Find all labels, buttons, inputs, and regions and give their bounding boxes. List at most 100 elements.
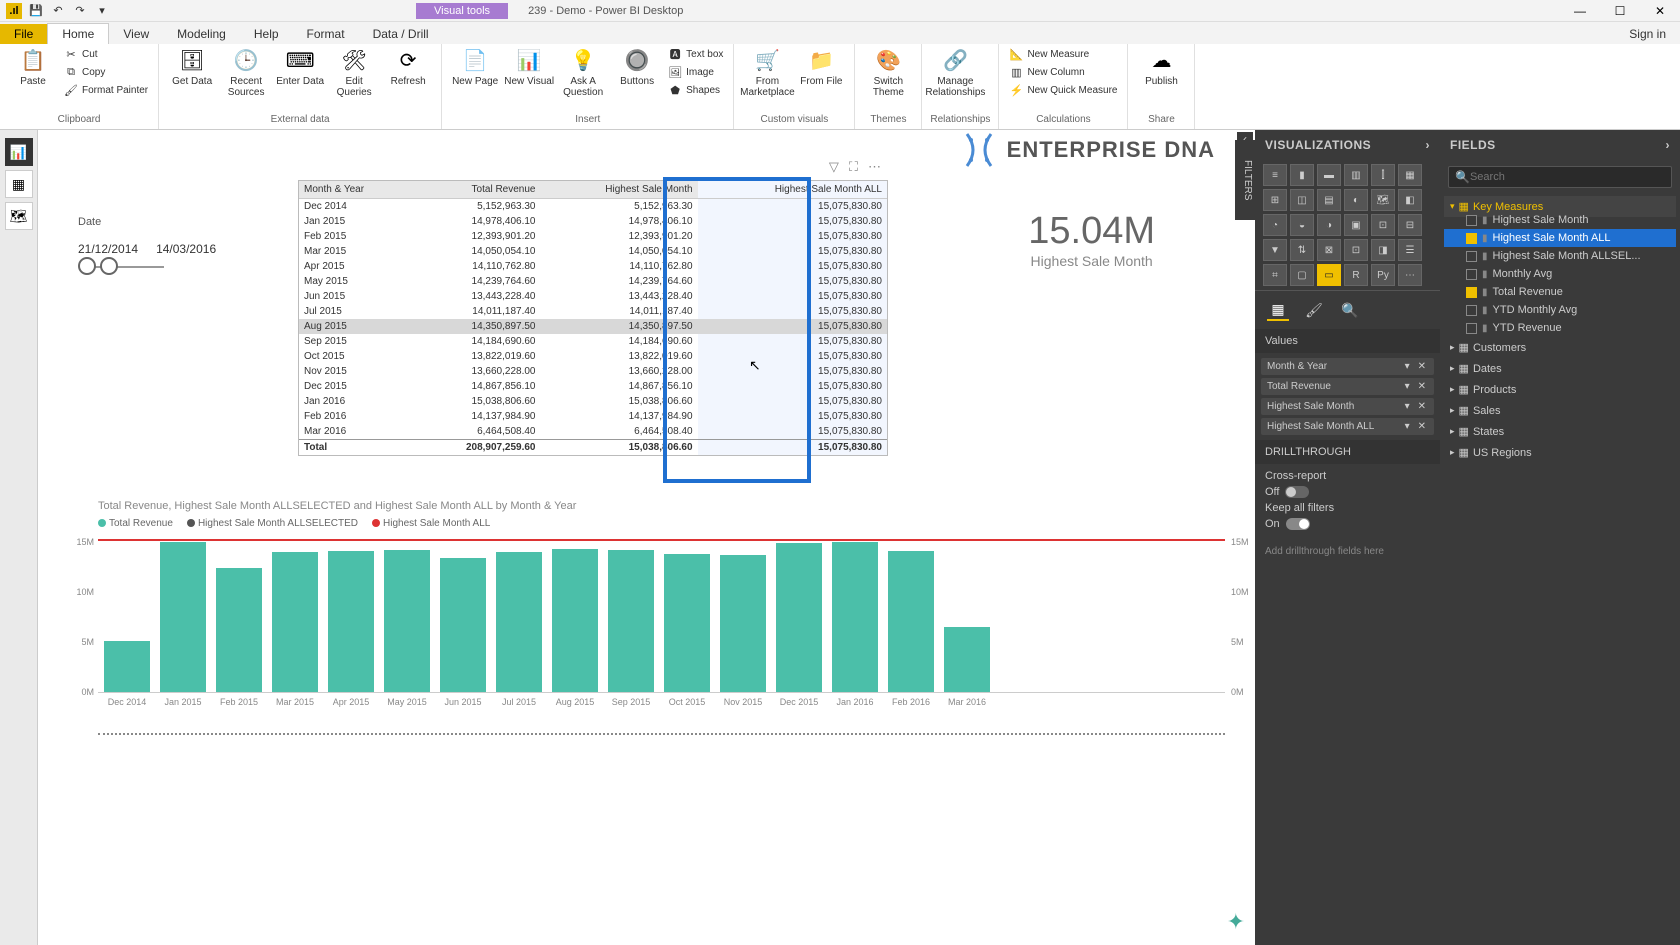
bar[interactable] [720, 555, 766, 692]
tab-file[interactable]: File [0, 24, 47, 44]
checkbox-icon[interactable] [1466, 251, 1477, 262]
copy-button[interactable]: ⧉Copy [62, 64, 150, 80]
viz-type-icon[interactable]: ⇅ [1290, 239, 1314, 261]
new-column-button[interactable]: ▥New Column [1007, 64, 1119, 80]
table-row[interactable]: Mar 201514,050,054.1014,050,054.1015,075… [299, 244, 887, 259]
checkbox-icon[interactable] [1466, 269, 1477, 280]
report-view-button[interactable]: 📊 [5, 138, 33, 166]
viz-type-icon[interactable]: ◧ [1398, 189, 1422, 211]
viz-type-icon[interactable]: ◨ [1371, 239, 1395, 261]
undo-icon[interactable]: ↶ [50, 3, 66, 19]
legend-item[interactable]: Total Revenue [98, 518, 173, 529]
tab-data-drill[interactable]: Data / Drill [359, 24, 443, 44]
tab-home[interactable]: Home [47, 23, 109, 44]
textbox-button[interactable]: 🅰Text box [666, 46, 725, 62]
buttons-button[interactable]: 🔘Buttons [612, 46, 662, 87]
new-page-button[interactable]: 📄New Page [450, 46, 500, 87]
viz-type-icon[interactable]: ⊡ [1371, 214, 1395, 236]
new-measure-button[interactable]: 📐New Measure [1007, 46, 1119, 62]
bar[interactable] [160, 542, 206, 692]
from-file-button[interactable]: 📁From File [796, 46, 846, 87]
filter-icon[interactable]: ▽ [829, 159, 839, 175]
paste-button[interactable]: 📋Paste [8, 46, 58, 87]
close-button[interactable]: ✕ [1640, 0, 1680, 22]
viz-type-icon[interactable]: ⊟ [1398, 214, 1422, 236]
bar[interactable] [104, 641, 150, 693]
table-row[interactable]: Aug 201514,350,897.5014,350,897.5015,075… [299, 319, 887, 334]
fields-search[interactable]: 🔍 [1448, 166, 1672, 188]
viz-type-icon[interactable]: ◒ [1290, 214, 1314, 236]
field-item[interactable]: ▮Highest Sale Month [1444, 211, 1676, 229]
analytics-tab-icon[interactable]: 🔍 [1339, 299, 1361, 321]
viz-type-icon[interactable]: R [1344, 264, 1368, 286]
viz-type-icon[interactable]: ⊡ [1344, 239, 1368, 261]
table-sales[interactable]: ▸▦Sales [1444, 400, 1676, 421]
shapes-button[interactable]: ⬟Shapes [666, 82, 725, 98]
field-item[interactable]: ▮Total Revenue [1444, 283, 1676, 301]
ask-question-button[interactable]: 💡Ask A Question [558, 46, 608, 98]
bar[interactable] [496, 552, 542, 692]
viz-type-icon[interactable]: ▢ [1290, 264, 1314, 286]
tab-view[interactable]: View [109, 24, 163, 44]
column-header[interactable]: Month & Year [299, 181, 412, 199]
more-options-icon[interactable]: ⋯ [868, 159, 881, 175]
bar[interactable] [832, 542, 878, 692]
viz-type-icon[interactable]: Py [1371, 264, 1395, 286]
table-row[interactable]: Oct 201513,822,019.6013,822,019.6015,075… [299, 349, 887, 364]
qat-dropdown-icon[interactable]: ▾ [94, 3, 110, 19]
chart-plot-area[interactable]: 0M5M10M15M 0M5M10M15M [98, 533, 1225, 693]
table-row[interactable]: Dec 20145,152,963.305,152,963.3015,075,8… [299, 199, 887, 215]
date-slicer[interactable]: Date 21/12/2014 14/03/2016 [78, 216, 216, 268]
checkbox-icon[interactable] [1466, 287, 1477, 298]
save-icon[interactable]: 💾 [28, 3, 44, 19]
bar[interactable] [888, 551, 934, 692]
column-header[interactable]: Highest Sale Month [540, 181, 697, 199]
viz-type-icon[interactable]: ⌗ [1263, 264, 1287, 286]
table-row[interactable]: Jan 201514,978,406.1014,978,406.1015,075… [299, 214, 887, 229]
field-item[interactable]: ▮YTD Monthly Avg [1444, 301, 1676, 319]
collapse-viz-icon[interactable]: › [1426, 138, 1431, 152]
table-row[interactable]: Mar 20166,464,508.406,464,508.4015,075,8… [299, 424, 887, 440]
kpi-card[interactable]: 15.04M Highest Sale Month [1028, 210, 1155, 269]
legend-item[interactable]: Highest Sale Month ALLSELECTED [187, 518, 358, 529]
fields-search-input[interactable] [1470, 171, 1665, 183]
tab-modeling[interactable]: Modeling [163, 24, 240, 44]
table-us-regions[interactable]: ▸▦US Regions [1444, 442, 1676, 463]
filters-pane-tab[interactable]: FILTERS [1235, 140, 1255, 220]
table-row[interactable]: Feb 201614,137,984.9014,137,984.9015,075… [299, 409, 887, 424]
model-view-button[interactable]: 🗺 [5, 202, 33, 230]
combo-chart-visual[interactable]: Total Revenue, Highest Sale Month ALLSEL… [98, 500, 1225, 707]
checkbox-icon[interactable] [1466, 305, 1477, 316]
bar[interactable] [608, 550, 654, 692]
field-well-item[interactable]: Highest Sale Month▾✕ [1261, 398, 1434, 415]
table-row[interactable]: Jun 201513,443,228.4013,443,228.4015,075… [299, 289, 887, 304]
bar[interactable] [384, 550, 430, 692]
recent-sources-button[interactable]: 🕒Recent Sources [221, 46, 271, 98]
new-quick-measure-button[interactable]: ⚡New Quick Measure [1007, 82, 1119, 98]
contextual-tab[interactable]: Visual tools [416, 3, 508, 19]
table-row[interactable]: Feb 201512,393,901.2012,393,901.2015,075… [299, 229, 887, 244]
fields-tab-icon[interactable]: ▦ [1267, 299, 1289, 321]
table-row[interactable]: Jul 201514,011,187.4014,011,187.4015,075… [299, 304, 887, 319]
viz-type-icon[interactable]: ▼ [1263, 239, 1287, 261]
field-well-item[interactable]: Highest Sale Month ALL▾✕ [1261, 418, 1434, 435]
column-header[interactable]: Highest Sale Month ALL [698, 181, 887, 199]
viz-type-icon[interactable]: ▬ [1317, 164, 1341, 186]
field-item[interactable]: ▮Monthly Avg [1444, 265, 1676, 283]
field-well-item[interactable]: Total Revenue▾✕ [1261, 378, 1434, 395]
field-well-item[interactable]: Month & Year▾✕ [1261, 358, 1434, 375]
minimize-button[interactable]: — [1560, 0, 1600, 22]
checkbox-icon[interactable] [1466, 215, 1477, 226]
field-item[interactable]: ▮Highest Sale Month ALL [1444, 229, 1676, 247]
viz-type-icon[interactable]: ▥ [1344, 164, 1368, 186]
table-products[interactable]: ▸▦Products [1444, 379, 1676, 400]
cross-report-toggle[interactable] [1285, 486, 1309, 498]
viz-type-icon[interactable]: ≡ [1263, 164, 1287, 186]
from-marketplace-button[interactable]: 🛒From Marketplace [742, 46, 792, 98]
refresh-button[interactable]: ⟳Refresh [383, 46, 433, 87]
checkbox-icon[interactable] [1466, 323, 1477, 334]
bar[interactable] [328, 551, 374, 692]
viz-type-icon[interactable]: ⫿ [1371, 164, 1395, 186]
viz-type-icon[interactable]: ◐ [1344, 189, 1368, 211]
collapse-fields-icon[interactable]: › [1666, 138, 1671, 152]
